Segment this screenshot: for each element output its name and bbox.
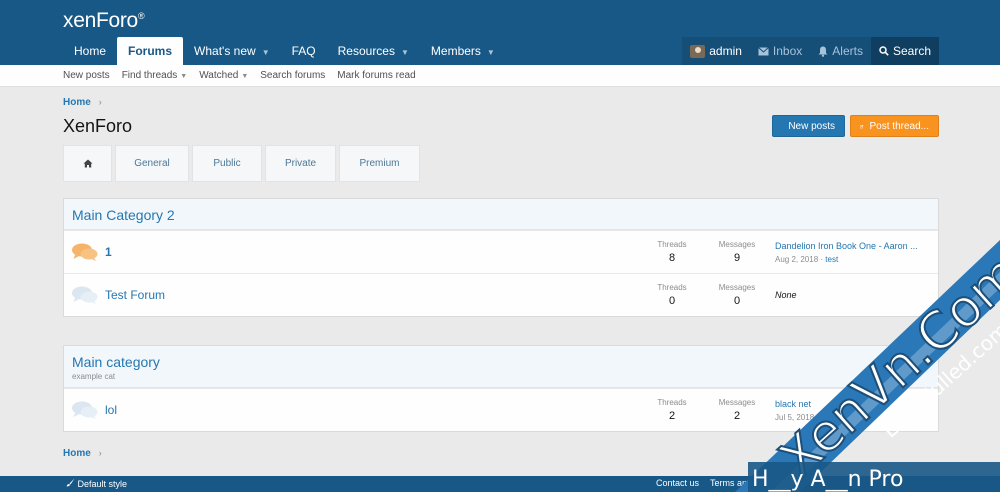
home-icon <box>83 159 92 168</box>
forum-title[interactable]: 1 <box>105 245 112 259</box>
last-post-date[interactable]: Jul 5, 2018 <box>775 413 814 422</box>
username: admin <box>709 44 742 58</box>
nav-tab-faq[interactable]: FAQ <box>281 37 327 65</box>
category-description: example cat <box>72 372 116 381</box>
nav-tab-resources[interactable]: Resources ▼ <box>327 37 420 65</box>
footer-links: Contact us Terms an <box>656 478 747 488</box>
subnav-watched[interactable]: Watched ▼ <box>199 70 248 81</box>
last-post: Dandelion Iron Book One - Aaron ... Aug … <box>775 241 935 264</box>
last-post: black net Jul 5, 2018 <box>775 399 935 422</box>
tab-public[interactable]: Public <box>192 145 262 182</box>
nav-tab-whats-new[interactable]: What's new ▼ <box>183 37 281 65</box>
forum-title[interactable]: Test Forum <box>105 288 165 302</box>
style-chooser[interactable]: Default style <box>66 478 127 489</box>
breadcrumb-home[interactable]: Home <box>63 97 91 108</box>
last-post-title[interactable]: black net <box>775 399 935 409</box>
footer-contact-link[interactable]: Contact us <box>656 478 699 488</box>
subnav-search-forums[interactable]: Search forums <box>260 70 325 81</box>
threads-stat: Threads 2 <box>657 398 687 422</box>
site-footer: Default style Contact us Terms an <box>0 476 1000 492</box>
inbox-link[interactable]: Inbox <box>750 37 810 65</box>
post-thread-button[interactable]: Post thread... <box>850 115 939 137</box>
site-logo[interactable]: xenForo® <box>63 9 145 33</box>
footer-terms-link[interactable]: Terms an <box>710 478 747 488</box>
breadcrumb-bottom: Home › <box>63 448 102 459</box>
bell-icon <box>818 46 828 57</box>
forum-title[interactable]: lol <box>105 403 117 417</box>
category-title[interactable]: Main Category 2 <box>72 207 930 223</box>
chevron-down-icon[interactable]: ▼ <box>262 48 270 57</box>
messages-stat: Messages 9 <box>718 240 756 264</box>
threads-stat: Threads 0 <box>657 283 687 307</box>
nav-tab-home[interactable]: Home <box>63 37 117 65</box>
messages-stat: Messages 2 <box>718 398 756 422</box>
tab-general[interactable]: General <box>115 145 189 182</box>
category-block: Main category example cat lol Threads 2 M… <box>63 345 939 432</box>
tab-premium[interactable]: Premium <box>339 145 420 182</box>
subnav-find-threads[interactable]: Find threads ▼ <box>122 70 188 81</box>
chat-bubbles-icon <box>72 286 98 304</box>
last-post-date[interactable]: Aug 2, 2018 <box>775 255 818 264</box>
new-posts-button[interactable]: New posts <box>772 115 845 137</box>
edit-icon <box>860 124 864 128</box>
chevron-right-icon: › <box>98 97 102 107</box>
chat-bubbles-icon <box>72 401 98 419</box>
forum-row: 1 Threads 8 Messages 9 Dandelion Iron Book… <box>64 230 938 273</box>
site-header: xenForo® Home Forums What's new ▼ FAQ Res… <box>0 0 1000 65</box>
chevron-down-icon[interactable]: ▼ <box>180 73 187 80</box>
search-button[interactable]: Search <box>870 37 939 65</box>
node-tabs: General Public Private Premium <box>63 145 420 182</box>
envelope-icon <box>758 46 769 55</box>
subnav-mark-read[interactable]: Mark forums read <box>337 70 415 81</box>
last-post-title[interactable]: Dandelion Iron Book One - Aaron ... <box>775 241 935 251</box>
account-menu[interactable]: admin <box>682 37 750 65</box>
last-post-user[interactable]: test <box>825 255 838 264</box>
subnav-new-posts[interactable]: New posts <box>63 70 110 81</box>
forum-row: lol Threads 2 Messages 2 black net Jul 5, … <box>64 388 938 431</box>
sub-nav: New posts Find threads ▼ Watched ▼ Search … <box>0 65 1000 87</box>
category-block: Main Category 2 1 Threads 8 Messages 9 Dan… <box>63 198 939 317</box>
nav-tab-forums[interactable]: Forums <box>117 37 184 65</box>
messages-stat: Messages 0 <box>718 283 756 307</box>
page-title: XenForo <box>63 116 133 136</box>
category-header: Main Category 2 <box>64 199 938 230</box>
chevron-down-icon[interactable]: ▼ <box>241 73 248 80</box>
breadcrumb-home[interactable]: Home <box>63 448 91 459</box>
breadcrumb: Home › <box>63 97 102 108</box>
chevron-down-icon[interactable]: ▼ <box>401 48 409 57</box>
chevron-down-icon[interactable]: ▼ <box>487 48 495 57</box>
category-title[interactable]: Main category <box>72 354 930 370</box>
forum-row: Test Forum Threads 0 Messages 0 None <box>64 273 938 316</box>
paint-brush-icon <box>66 478 75 487</box>
tab-home[interactable] <box>63 145 112 182</box>
chevron-right-icon: › <box>98 448 102 458</box>
alerts-link[interactable]: Alerts <box>810 37 871 65</box>
last-post: None <box>775 290 797 300</box>
main-nav: Home Forums What's new ▼ FAQ Resources ▼ M… <box>63 37 506 65</box>
avatar <box>690 44 706 58</box>
category-header: Main category example cat <box>64 346 938 388</box>
threads-stat: Threads 8 <box>657 240 687 264</box>
tab-private[interactable]: Private <box>265 145 336 182</box>
user-nav: admin Inbox Alerts Search <box>682 37 939 65</box>
chat-bubbles-icon <box>72 243 98 261</box>
nav-tab-members[interactable]: Members ▼ <box>420 37 506 65</box>
search-icon <box>879 46 889 56</box>
